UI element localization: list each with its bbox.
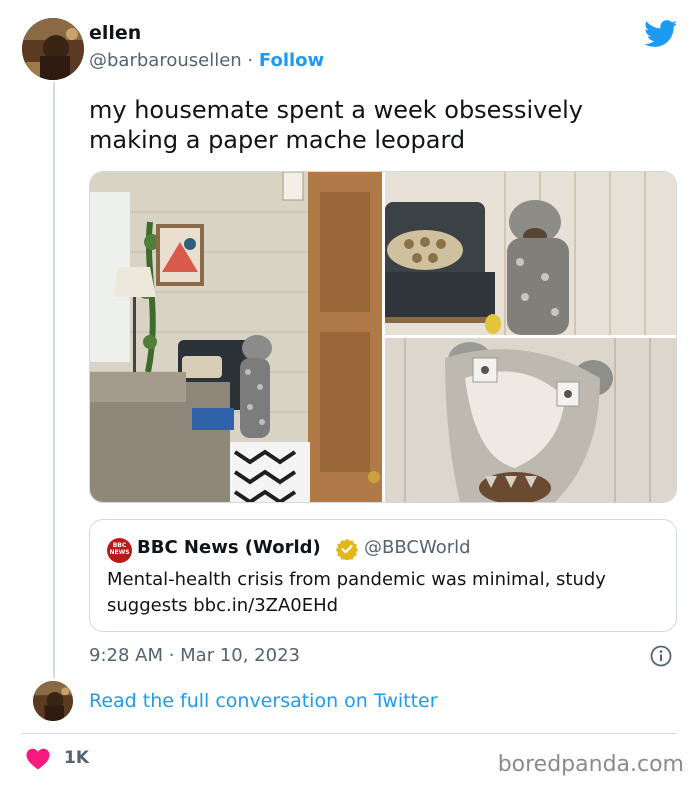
follow-button[interactable]: Follow	[259, 50, 324, 71]
reply-avatar-photo	[33, 681, 73, 721]
media-grid	[89, 171, 677, 503]
info-icon[interactable]	[650, 645, 672, 667]
quoted-tweet-text: Mental-health crisis from pandemic was m…	[107, 569, 606, 616]
boredpanda-watermark: boredpanda.com	[497, 752, 684, 777]
quoted-author-handle[interactable]: @BBCWorld	[364, 537, 471, 558]
tweet-text: my housemate spent a week obsessively ma…	[89, 96, 583, 154]
twitter-bird-icon[interactable]	[644, 20, 678, 48]
author-handle[interactable]: @barbarousellen	[89, 50, 242, 71]
thread-line	[53, 82, 55, 678]
photo-leopard-beside-chair[interactable]	[385, 172, 676, 335]
tweet-timestamp[interactable]: 9:28 AM · Mar 10, 2023	[89, 645, 300, 666]
verified-gold-badge-icon	[336, 538, 358, 560]
bbc-news-logo-text: BBC NEWS	[109, 542, 130, 556]
photo-leopard-face-closeup[interactable]	[385, 338, 676, 502]
read-full-conversation-link[interactable]: Read the full conversation on Twitter	[89, 690, 438, 712]
photo-living-room-image	[90, 172, 382, 502]
photo-leopard-face-closeup-image	[385, 338, 676, 502]
like-count: 1K	[64, 748, 90, 768]
photo-leopard-beside-chair-image	[385, 172, 676, 335]
author-name[interactable]: ellen	[89, 22, 141, 44]
reply-avatar[interactable]	[33, 681, 73, 721]
quoted-tweet-card[interactable]: BBC NEWS BBC News (World) @BBCWorld Ment…	[89, 519, 677, 632]
bbc-news-avatar[interactable]: BBC NEWS	[107, 538, 132, 563]
avatar-photo	[22, 18, 84, 80]
footer-divider	[22, 733, 677, 734]
quoted-author-name[interactable]: BBC News (World)	[137, 537, 321, 558]
author-handle-row: @barbarousellen · Follow	[89, 50, 324, 71]
photo-living-room[interactable]	[90, 172, 382, 502]
author-avatar[interactable]	[22, 18, 84, 80]
heart-icon[interactable]	[26, 748, 50, 770]
separator-dot: ·	[247, 50, 254, 71]
